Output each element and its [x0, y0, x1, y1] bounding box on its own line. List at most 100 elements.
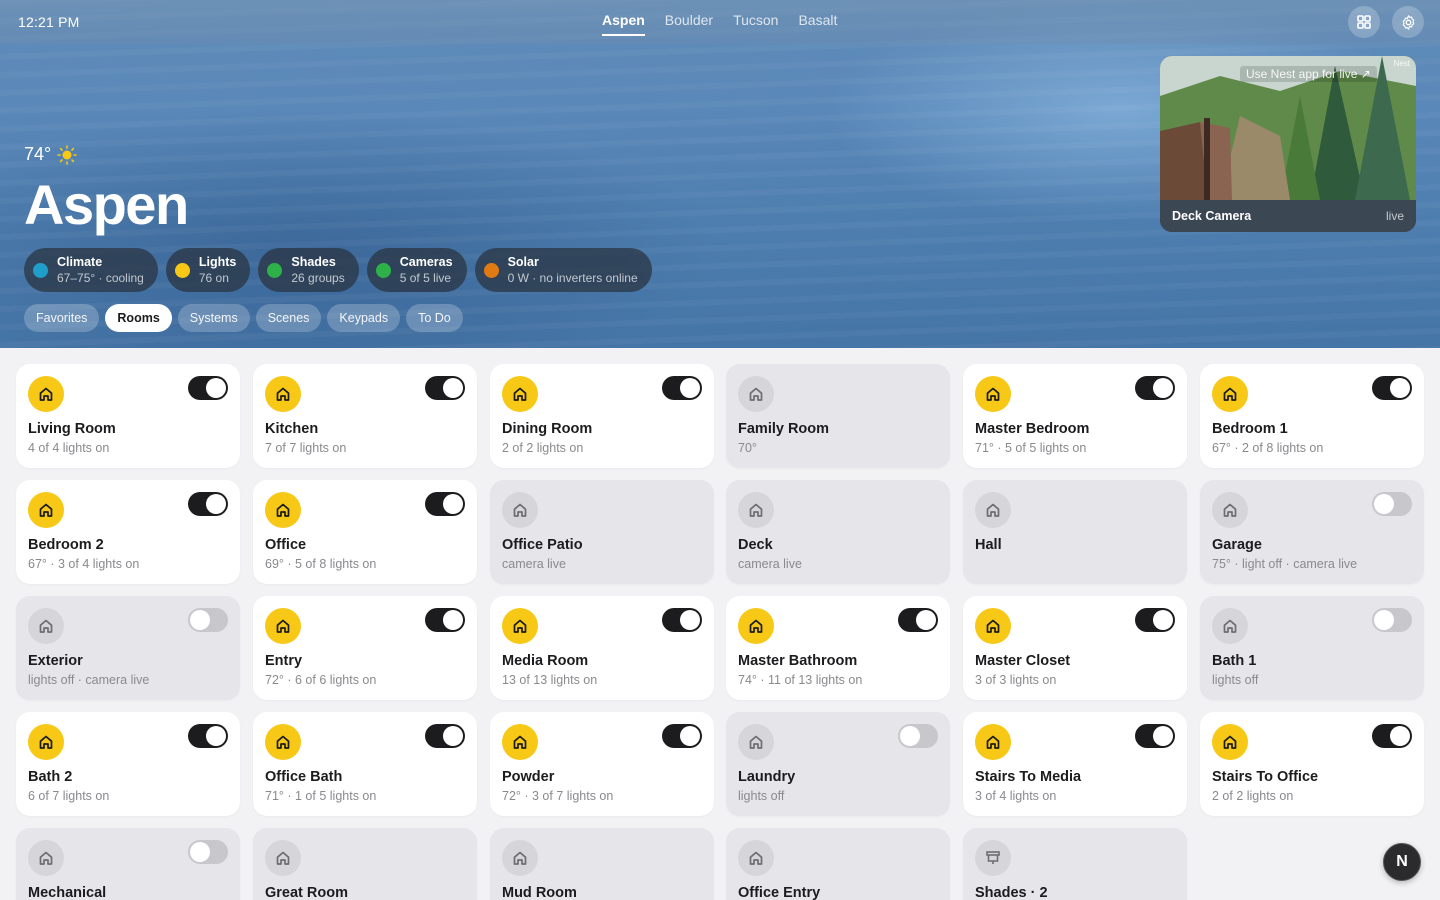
grid-button[interactable] [1348, 6, 1380, 38]
room-name: Office Entry [738, 885, 821, 900]
room-card[interactable]: Mechanical [16, 828, 240, 900]
room-name: Exterior [28, 653, 83, 669]
status-lights[interactable]: Lights 76 on [165, 248, 251, 292]
deck-camera-card[interactable]: Use Nest app for live ↗ Nest Deck Camera… [1160, 56, 1416, 232]
room-lights-toggle[interactable] [662, 724, 702, 748]
room-card[interactable]: Laundry lights off [726, 712, 950, 816]
room-status: 69° · 5 of 8 lights on [265, 557, 377, 571]
room-card[interactable]: Bath 1 lights off [1200, 596, 1424, 700]
tab-tucson[interactable]: Tucson [733, 12, 778, 36]
tab-rooms[interactable]: Rooms [105, 304, 172, 332]
room-lights-toggle[interactable] [662, 376, 702, 400]
settings-button[interactable] [1392, 6, 1424, 38]
assistant-button[interactable]: N [1383, 843, 1421, 881]
room-lights-toggle[interactable] [425, 376, 465, 400]
room-lights-toggle[interactable] [188, 492, 228, 516]
room-lights-toggle[interactable] [1372, 724, 1412, 748]
room-status: 71° · 1 of 5 lights on [265, 789, 377, 803]
room-lights-toggle[interactable] [188, 376, 228, 400]
nest-app-link[interactable]: Use Nest app for live ↗ [1240, 66, 1377, 82]
house-icon [28, 724, 64, 760]
status-title: Shades [291, 255, 336, 269]
clock: 12:21 PM [18, 14, 80, 30]
room-lights-toggle[interactable] [188, 840, 228, 864]
room-card[interactable]: Exterior lights off · camera live [16, 596, 240, 700]
house-icon [1212, 608, 1248, 644]
room-card[interactable]: Hall [963, 480, 1187, 584]
status-cameras[interactable]: Cameras 5 of 5 live [366, 248, 467, 292]
grid-icon [1357, 15, 1371, 29]
room-name: Living Room [28, 421, 116, 437]
room-name: Garage [1212, 537, 1262, 553]
room-name: Entry [265, 653, 303, 669]
status-shades[interactable]: Shades 26 groups [258, 248, 359, 292]
house-icon [975, 492, 1011, 528]
tab-todo[interactable]: To Do [406, 304, 463, 332]
tab-boulder[interactable]: Boulder [665, 12, 713, 36]
house-icon [738, 724, 774, 760]
room-card[interactable]: Great Room [253, 828, 477, 900]
room-lights-toggle[interactable] [898, 724, 938, 748]
room-card[interactable]: Master Bedroom 71° · 5 of 5 lights on [963, 364, 1187, 468]
room-card[interactable]: Stairs To Media 3 of 4 lights on [963, 712, 1187, 816]
room-card[interactable]: Dining Room 2 of 2 lights on [490, 364, 714, 468]
room-card[interactable]: Office 69° · 5 of 8 lights on [253, 480, 477, 584]
house-icon [1212, 724, 1248, 760]
room-lights-toggle[interactable] [1135, 376, 1175, 400]
room-card[interactable]: Bedroom 1 67° · 2 of 8 lights on [1200, 364, 1424, 468]
room-lights-toggle[interactable] [1372, 608, 1412, 632]
room-name: Deck [738, 537, 773, 553]
room-card[interactable]: Office Entry [726, 828, 950, 900]
tab-keypads[interactable]: Keypads [327, 304, 401, 332]
status-title: Solar [507, 255, 539, 269]
room-card[interactable]: Bedroom 2 67° · 3 of 4 lights on [16, 480, 240, 584]
room-lights-toggle[interactable] [1135, 608, 1175, 632]
room-lights-toggle[interactable] [425, 608, 465, 632]
room-status: 72° · 3 of 7 lights on [502, 789, 614, 803]
room-card[interactable]: Deck camera live [726, 480, 950, 584]
room-card[interactable]: Mud Room [490, 828, 714, 900]
room-status: lights off · camera live [28, 673, 150, 687]
room-card[interactable]: Office Bath 71° · 1 of 5 lights on [253, 712, 477, 816]
tab-scenes[interactable]: Scenes [255, 304, 322, 332]
room-card[interactable]: Bath 2 6 of 7 lights on [16, 712, 240, 816]
room-card[interactable]: Stairs To Office 2 of 2 lights on [1200, 712, 1424, 816]
room-card[interactable]: Garage 75° · light off · camera live [1200, 480, 1424, 584]
tab-systems[interactable]: Systems [177, 304, 250, 332]
room-card[interactable]: Family Room 70° [726, 364, 950, 468]
room-card[interactable]: Media Room 13 of 13 lights on [490, 596, 714, 700]
status-title: Lights [198, 255, 237, 269]
room-lights-toggle[interactable] [188, 608, 228, 632]
room-lights-toggle[interactable] [425, 724, 465, 748]
gear-icon [1402, 14, 1414, 30]
status-solar[interactable]: Solar 0 W · no inverters online [474, 248, 652, 292]
room-lights-toggle[interactable] [425, 492, 465, 516]
room-lights-toggle[interactable] [898, 608, 938, 632]
room-card[interactable]: Office Patio camera live [490, 480, 714, 584]
room-name: Shades · 2 [975, 885, 1048, 900]
status-climate[interactable]: Climate 67–75° · cooling [24, 248, 158, 292]
room-name: Stairs To Office [1212, 769, 1319, 785]
room-name: Bath 2 [28, 769, 73, 785]
room-lights-toggle[interactable] [662, 608, 702, 632]
room-card[interactable]: Kitchen 7 of 7 lights on [253, 364, 477, 468]
room-card[interactable]: Shades · 2 [963, 828, 1187, 900]
house-icon [738, 840, 774, 876]
status-sub: 67–75° · cooling [57, 271, 144, 285]
tab-aspen[interactable]: Aspen [602, 12, 645, 36]
room-status: 2 of 2 lights on [1212, 789, 1294, 803]
room-card[interactable]: Master Closet 3 of 3 lights on [963, 596, 1187, 700]
tab-favorites[interactable]: Favorites [24, 304, 100, 332]
room-card[interactable]: Master Bathroom 74° · 11 of 13 lights on [726, 596, 950, 700]
room-lights-toggle[interactable] [1372, 376, 1412, 400]
room-lights-toggle[interactable] [1135, 724, 1175, 748]
room-card[interactable]: Entry 72° · 6 of 6 lights on [253, 596, 477, 700]
camera-status: live [1385, 209, 1404, 223]
room-card[interactable]: Living Room 4 of 4 lights on [16, 364, 240, 468]
room-status: 67° · 2 of 8 lights on [1212, 441, 1324, 455]
tab-basalt[interactable]: Basalt [798, 12, 837, 36]
room-card[interactable]: Powder 72° · 3 of 7 lights on [490, 712, 714, 816]
room-lights-toggle[interactable] [188, 724, 228, 748]
room-lights-toggle[interactable] [1372, 492, 1412, 516]
house-icon [265, 492, 301, 528]
